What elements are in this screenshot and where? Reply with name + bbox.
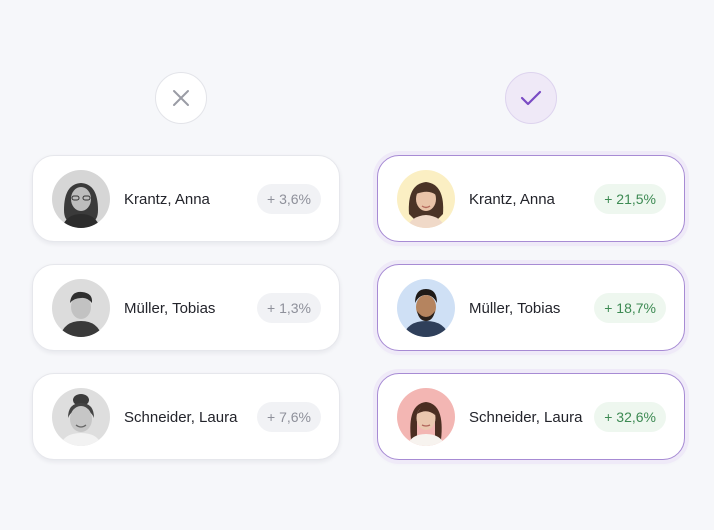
person-name: Müller, Tobias (124, 300, 216, 317)
list-item: Krantz, Anna + 3,6% (32, 155, 340, 242)
person-name: Krantz, Anna (469, 191, 555, 208)
avatar (397, 279, 455, 337)
change-badge: + 18,7% (594, 293, 666, 323)
avatar (397, 170, 455, 228)
person-name: Schneider, Laura (469, 409, 583, 426)
list-item: Müller, Tobias + 18,7% (377, 264, 685, 351)
avatar (52, 170, 110, 228)
avatar (52, 388, 110, 446)
person-name: Krantz, Anna (124, 191, 210, 208)
avatar (52, 279, 110, 337)
comparison-stage: Krantz, Anna + 3,6% Müller, Tobias + 1,3… (0, 0, 714, 530)
change-badge: + 21,5% (594, 184, 666, 214)
change-badge: + 7,6% (257, 402, 321, 432)
list-item: Schneider, Laura + 7,6% (32, 373, 340, 460)
check-icon (505, 72, 557, 124)
list-item: Müller, Tobias + 1,3% (32, 264, 340, 351)
change-badge: + 1,3% (257, 293, 321, 323)
change-badge: + 3,6% (257, 184, 321, 214)
change-badge: + 32,6% (594, 402, 666, 432)
person-name: Müller, Tobias (469, 300, 561, 317)
close-icon (155, 72, 207, 124)
list-item: Schneider, Laura + 32,6% (377, 373, 685, 460)
list-item: Krantz, Anna + 21,5% (377, 155, 685, 242)
person-name: Schneider, Laura (124, 409, 238, 426)
avatar (397, 388, 455, 446)
